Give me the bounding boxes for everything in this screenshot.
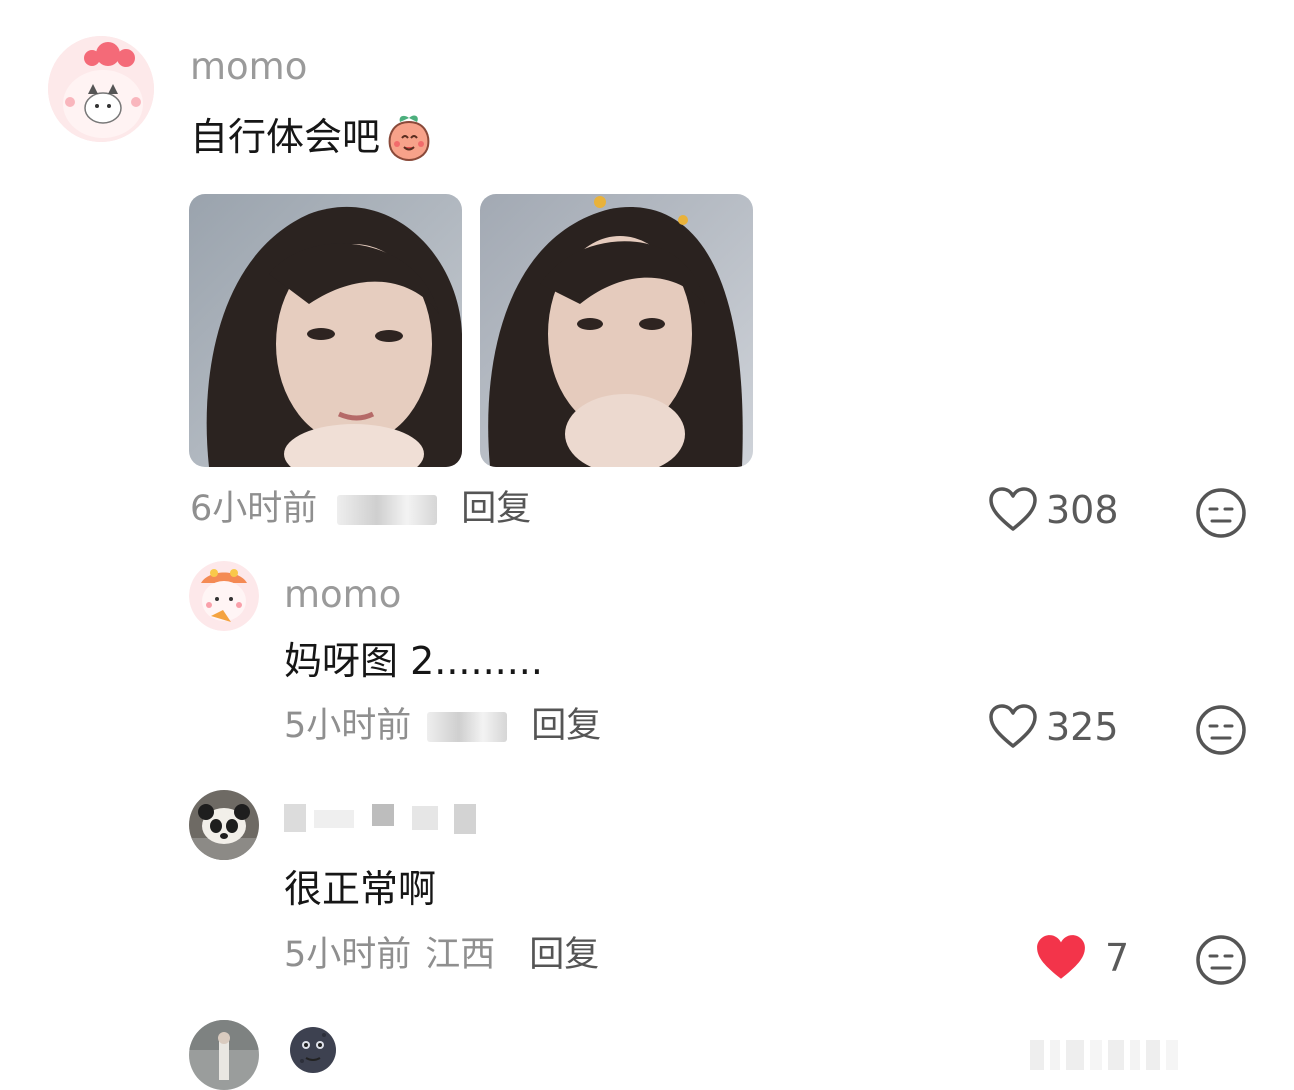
like-count: 308 [1046, 488, 1119, 532]
neutral-face-icon [1196, 935, 1246, 985]
avatar[interactable] [189, 790, 259, 860]
comment-meta: 5小时前 回复 [284, 709, 601, 744]
username[interactable]: momo [190, 48, 307, 85]
reply-button[interactable]: 回复 [531, 709, 601, 744]
redacted-location [427, 711, 508, 742]
comment-text: 自行体会吧 [190, 115, 381, 159]
redacted-username[interactable] [284, 800, 484, 838]
comment-time: 5小时前 [284, 706, 412, 746]
comment-meta: 5小时前 江西 回复 [284, 938, 599, 973]
like-count: 325 [1046, 705, 1119, 749]
comment-content: 自行体会吧 [190, 112, 434, 162]
redacted-location [337, 494, 438, 525]
username[interactable]: momo [284, 576, 401, 613]
comment-text: 很正常啊 [284, 867, 437, 911]
neutral-face-icon [1196, 705, 1246, 755]
like-button[interactable]: 325 [988, 704, 1119, 750]
like-count: 7 [1105, 936, 1130, 980]
reply-button[interactable]: 回复 [529, 938, 599, 973]
neutral-face-icon [1196, 488, 1246, 538]
heart-outline-icon [989, 704, 1037, 748]
like-button[interactable]: 7 [1035, 934, 1129, 982]
comment-time: 6小时前 [190, 489, 318, 529]
comment-photo-1[interactable] [189, 194, 462, 467]
comment-meta: 6小时前 回复 [190, 492, 531, 527]
dislike-button[interactable] [1195, 487, 1247, 539]
dislike-button[interactable] [1195, 704, 1247, 756]
watermark-overlay [1030, 1040, 1290, 1076]
peach-emoji-icon [384, 112, 434, 162]
comment-text: 妈呀图 2......... [284, 639, 543, 683]
comment-location: 江西 [425, 935, 496, 975]
avatar[interactable] [189, 561, 259, 631]
comment-time: 5小时前 [284, 935, 412, 975]
heart-outline-icon [989, 487, 1037, 531]
dislike-button[interactable] [1195, 934, 1247, 986]
heart-filled-icon [1037, 935, 1085, 979]
moon-emoji-icon [288, 1025, 338, 1075]
like-button[interactable]: 308 [988, 487, 1119, 533]
comment-photo-2[interactable] [480, 194, 753, 467]
reply-button[interactable]: 回复 [461, 492, 531, 527]
avatar[interactable] [48, 36, 154, 142]
